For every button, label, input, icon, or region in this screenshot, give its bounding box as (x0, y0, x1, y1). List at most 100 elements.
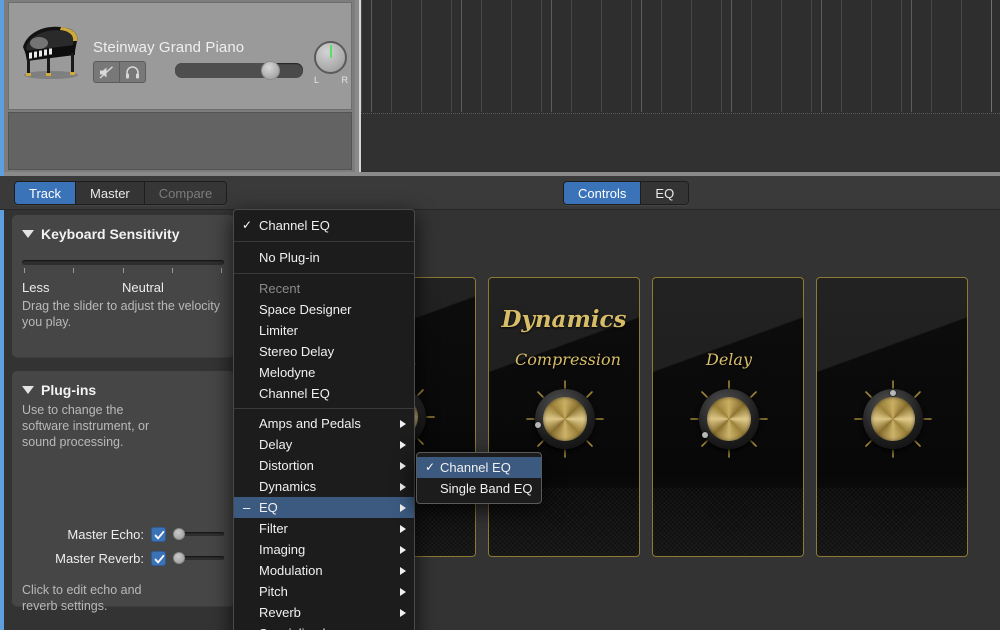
pan-knob[interactable] (314, 41, 347, 74)
master-echo-checkbox[interactable] (151, 526, 166, 542)
plugin-popup-menu[interactable]: ✓ Channel EQ No Plug-in Recent Space Des… (233, 209, 415, 630)
keyboard-sensitivity-panel: Keyboard Sensitivity Less Neutral Drag t… (12, 215, 234, 357)
submenu-arrow-icon (400, 503, 406, 512)
pan-control[interactable]: L R (311, 41, 351, 91)
tab-controls[interactable]: Controls (564, 182, 642, 204)
menu-item-space-designer[interactable]: Space Designer (234, 299, 414, 320)
volume-slider-fill (175, 63, 272, 78)
menu-item-modulation[interactable]: Modulation (234, 560, 414, 581)
menu-item-distortion[interactable]: Distortion (234, 455, 414, 476)
keyboard-sensitivity-header[interactable]: Keyboard Sensitivity (12, 215, 234, 246)
knob-label-compression: Compression (515, 350, 621, 369)
submenu-arrow-icon (400, 419, 406, 428)
panel-texture (653, 488, 803, 556)
plugin-slot-area[interactable] (22, 450, 224, 522)
knob-pointer (890, 390, 896, 396)
submenu-item-label: Single Band EQ (440, 481, 533, 496)
master-reverb-label: Master Reverb: (55, 550, 144, 566)
sensitivity-slider-ticks (22, 268, 224, 274)
effect-panel-partial[interactable] (816, 277, 968, 557)
submenu-arrow-icon (400, 461, 406, 470)
effect-panel-title: Dynamics (501, 306, 627, 333)
effect-panel-delay[interactable]: Delay (652, 277, 804, 557)
menu-item-imaging[interactable]: Imaging (234, 539, 414, 560)
volume-slider-thumb[interactable] (261, 61, 280, 80)
effect-panel-dynamics[interactable]: Dynamics Compression (488, 277, 640, 557)
editor-left-rail (0, 176, 4, 630)
timeline-region[interactable] (359, 0, 1000, 172)
plugins-footer-hint: Click to edit echo and reverb settings. (22, 583, 142, 613)
menu-item-melodyne[interactable]: Melodyne (234, 362, 414, 383)
master-reverb-slider[interactable] (173, 551, 224, 565)
editor-view-tabs: Controls EQ (563, 181, 690, 205)
track-header-list: Steinway Grand Piano L R (4, 0, 355, 172)
menu-item-specialized[interactable]: Specialized (234, 623, 414, 630)
menu-item-no-plug-in[interactable]: No Plug-in (234, 246, 414, 269)
submenu-arrow-icon (400, 566, 406, 575)
headphones-icon (126, 65, 139, 78)
checkmark-icon (154, 554, 165, 563)
submenu-arrow-icon (400, 482, 406, 491)
menu-item-pitch[interactable]: Pitch (234, 581, 414, 602)
knob-compression[interactable] (526, 380, 604, 458)
disclosure-triangle-down-icon[interactable] (22, 230, 34, 238)
track-area: Steinway Grand Piano L R (0, 0, 1000, 176)
knob-pointer (535, 422, 541, 428)
menu-item-label: Dynamics (259, 479, 317, 494)
menu-item-eq[interactable]: – EQ (234, 497, 414, 518)
menu-item-filter[interactable]: Filter (234, 518, 414, 539)
inspector-panel: Keyboard Sensitivity Less Neutral Drag t… (12, 215, 234, 627)
menu-item-stereo-delay[interactable]: Stereo Delay (234, 341, 414, 362)
speaker-mute-icon (99, 65, 113, 79)
submenu-item-single-band-eq[interactable]: Single Band EQ (417, 478, 541, 499)
mute-button[interactable] (94, 62, 120, 82)
submenu-item-channel-eq[interactable]: ✓ Channel EQ (417, 457, 541, 478)
track-header-empty-slot[interactable] (8, 112, 352, 170)
menu-item-label: Channel EQ (259, 386, 330, 401)
menu-item-amps-and-pedals[interactable]: Amps and Pedals (234, 413, 414, 434)
menu-item-label: Melodyne (259, 365, 316, 380)
checkmark-icon (154, 530, 165, 539)
editor-mode-tabs: Track Master Compare (14, 181, 228, 205)
menu-item-reverb[interactable]: Reverb (234, 602, 414, 623)
garageband-window: Steinway Grand Piano L R Track Master Co… (0, 0, 1000, 630)
pan-knob-indicator (329, 45, 332, 58)
editor-pane: Track Master Compare Controls EQ Keyboar… (0, 176, 1000, 630)
menu-item-delay[interactable]: Delay (234, 434, 414, 455)
submenu-arrow-icon (400, 545, 406, 554)
timeline-empty-track-row[interactable] (361, 113, 1000, 171)
menu-item-channel-eq-recent[interactable]: Channel EQ (234, 383, 414, 404)
volume-slider[interactable] (175, 61, 303, 80)
grand-piano-icon (23, 26, 78, 79)
eq-submenu[interactable]: ✓ Channel EQ Single Band EQ (416, 452, 542, 504)
menu-item-label: Stereo Delay (259, 344, 335, 359)
plugins-header[interactable]: Plug-ins (12, 371, 234, 402)
menu-item-label: No Plug-in (259, 250, 320, 265)
menu-item-dynamics[interactable]: Dynamics (234, 476, 414, 497)
keyboard-sensitivity-slider[interactable] (22, 260, 224, 276)
master-reverb-slider-thumb[interactable] (173, 552, 185, 564)
sensitivity-label-neutral: Neutral (122, 280, 164, 295)
track-button-group (93, 61, 146, 83)
master-reverb-checkbox[interactable] (151, 550, 166, 566)
tab-eq[interactable]: EQ (641, 182, 689, 204)
menu-item-label: Space Designer (259, 302, 352, 317)
master-echo-slider[interactable] (173, 527, 224, 541)
track-header[interactable]: Steinway Grand Piano L R (8, 2, 352, 110)
mixed-state-dash-icon: – (243, 500, 251, 515)
monitor-headphones-button[interactable] (120, 62, 145, 82)
knob-delay[interactable] (690, 380, 768, 458)
disclosure-triangle-down-icon[interactable] (22, 386, 34, 394)
tab-master[interactable]: Master (76, 182, 145, 204)
menu-item-channel-eq-current[interactable]: ✓ Channel EQ (234, 214, 414, 237)
tab-compare[interactable]: Compare (144, 182, 227, 204)
menu-item-label: Pitch (259, 584, 288, 599)
knob-partial[interactable] (854, 380, 932, 458)
tab-track[interactable]: Track (15, 182, 77, 204)
knob-face (543, 397, 587, 441)
master-echo-slider-thumb[interactable] (173, 528, 185, 540)
menu-item-limiter[interactable]: Limiter (234, 320, 414, 341)
plugins-hint: Use to change the software instrument, o… (22, 403, 150, 449)
submenu-arrow-icon (400, 587, 406, 596)
menu-item-label: Reverb (259, 605, 301, 620)
